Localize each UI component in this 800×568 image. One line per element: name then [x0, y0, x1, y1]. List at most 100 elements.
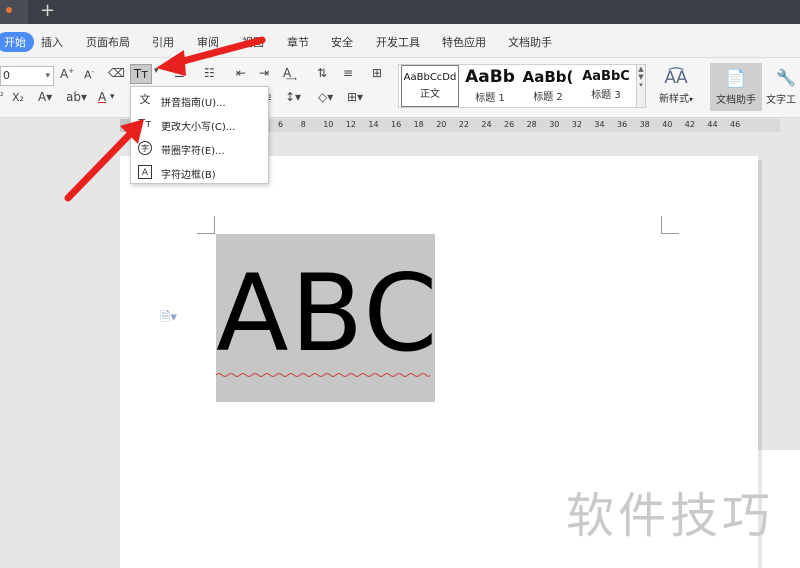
numbered-list-icon[interactable]: ☷ [204, 66, 215, 80]
ruler-number: 40 [662, 120, 673, 129]
ribbon-menu-bar: 开始 插入 页面布局 引用 审阅 视图 章节 安全 开发工具 特色应用 文档助手 [0, 24, 800, 58]
menu-tab-special-apps[interactable]: 特色应用 [442, 34, 486, 50]
clear-format-icon[interactable]: ⌫ [108, 66, 125, 80]
outdent-icon[interactable]: ⇤ [236, 66, 246, 80]
document-outline-icon[interactable]: 🗎▾ [160, 308, 177, 330]
doc-assistant-label: 文档助手 [716, 95, 756, 106]
change-case-dropdown: 文 拼音指南(U)... Tт 更改大小写(C)... 字 带圈字符(E)...… [130, 86, 269, 184]
text-tools-button[interactable]: 🔧 文字工 [766, 68, 800, 106]
menu-tab-home[interactable]: 开始 [0, 32, 34, 52]
doc-assistant-icon: 📄 [725, 69, 747, 89]
increase-font-icon[interactable]: A+ [60, 67, 74, 81]
plus-icon[interactable]: + [40, 0, 55, 22]
ruler-number: 8 [300, 120, 306, 129]
menu-item-label: 带圈字符(E)... [161, 146, 225, 157]
menu-tab-sections[interactable]: 章节 [287, 34, 309, 50]
style-name: 标题 2 [533, 92, 563, 103]
menu-tab-developer[interactable]: 开发工具 [376, 34, 420, 50]
menu-item-label: 更改大小写(C)... [161, 122, 236, 133]
ruler-number: 14 [368, 120, 379, 129]
menu-tab-references[interactable]: 引用 [152, 34, 174, 50]
table-icon[interactable]: ⊞ [372, 66, 382, 80]
change-case-icon: Tт [138, 117, 152, 130]
font-color-icon[interactable]: A [98, 90, 106, 104]
ruler-number: 26 [504, 120, 515, 129]
paragraph-spacing-icon[interactable]: ↕▾ [285, 90, 301, 104]
document-text[interactable]: ABC [216, 258, 437, 370]
chevron-down-icon[interactable]: ▾ [110, 92, 115, 102]
spellcheck-squiggle [216, 373, 430, 377]
ruler-number: 38 [639, 120, 650, 129]
ruler-number: 44 [707, 120, 718, 129]
document-tab[interactable] [0, 0, 28, 24]
ruler-number: 22 [458, 120, 469, 129]
style-heading-2[interactable]: AaBb( 标题 2 [519, 65, 577, 107]
menu-item-pinyin-guide[interactable]: 文 拼音指南(U)... [131, 89, 270, 113]
style-heading-1[interactable]: AaBb 标题 1 [461, 65, 519, 107]
title-tab-bar: + [0, 0, 800, 24]
bullet-list-icon[interactable]: ☰ [174, 66, 185, 80]
menu-item-label: 字符边框(B) [161, 170, 216, 181]
text-direction-icon[interactable]: A͢ [283, 66, 291, 80]
enclosed-character-icon: 字 [138, 141, 152, 155]
pinyin-guide-icon: 文 [139, 93, 151, 106]
style-name: 标题 1 [475, 93, 505, 104]
ruler-number: 30 [549, 120, 560, 129]
border-icon[interactable]: ⊞▾ [347, 90, 363, 104]
line-spacing-icon[interactable]: ≡ [343, 66, 353, 80]
watermark-text: 软件技巧 [566, 488, 775, 544]
decrease-font-icon[interactable]: A- [84, 68, 94, 82]
highlight-icon[interactable]: ab▾ [66, 90, 87, 104]
style-gallery: AaBbCcDd 正文 AaBb 标题 1 AaBb( 标题 2 AaBbC 标… [398, 64, 644, 108]
ruler-number: 18 [413, 120, 424, 129]
style-name: 正文 [420, 89, 440, 100]
doc-assistant-button[interactable]: 📄 文档助手 [710, 63, 762, 111]
style-sample: AaBbC [582, 69, 630, 84]
menu-tab-security[interactable]: 安全 [331, 34, 353, 50]
style-heading-3[interactable]: AaBbC 标题 3 [577, 65, 635, 107]
unsaved-dot-icon [6, 7, 12, 13]
menu-tab-view[interactable]: 视图 [242, 34, 264, 50]
menu-item-label: 拼音指南(U)... [161, 98, 226, 109]
chevron-down-icon[interactable]: ▾ [154, 66, 159, 76]
ruler-number: 20 [436, 120, 447, 129]
font-size-value: 0 [3, 69, 10, 82]
style-sample: AaBbCcDd [403, 72, 457, 83]
ruler-number: 6 [278, 120, 284, 129]
style-name: 标题 3 [591, 90, 621, 101]
menu-tab-review[interactable]: 审阅 [197, 34, 219, 50]
text-tools-label: 文字工 [766, 95, 796, 106]
menu-tab-page-layout[interactable]: 页面布局 [86, 34, 130, 50]
font-size-select[interactable]: 0 ▾ [0, 66, 54, 86]
new-style-icon: A͡A [664, 68, 688, 88]
new-style-label: 新样式 [658, 94, 689, 105]
menu-item-enclosed-characters[interactable]: 字 带圈字符(E)... [131, 137, 270, 161]
indent-icon[interactable]: ⇥ [259, 66, 269, 80]
superscript-icon[interactable]: ² [0, 92, 4, 102]
menu-tab-doc-assistant[interactable]: 文档助手 [508, 34, 552, 50]
style-gallery-scroll[interactable]: ▲ ▼ ▾ [636, 64, 646, 108]
page-shadow [758, 160, 762, 450]
new-style-button[interactable]: A͡A 新样式▾ [651, 68, 701, 105]
change-case-icon: Tт [133, 67, 149, 81]
ribbon-toolbar: 0 ▾ A+ A- ⌫ Tт ▾ ☰ ☷ ⇤ ⇥ A͢ ⇅ ≡ ⊞ ² X₂ A… [0, 58, 800, 118]
margin-corner-mark [197, 216, 215, 234]
ruler-number: 34 [594, 120, 605, 129]
ruler-number: 28 [526, 120, 537, 129]
ruler-number: 46 [730, 120, 741, 129]
text-effect-icon[interactable]: A▾ [38, 90, 52, 104]
ruler-number: 36 [617, 120, 628, 129]
character-border-icon: A [138, 165, 152, 179]
menu-item-change-case[interactable]: Tт 更改大小写(C)... [131, 113, 270, 137]
ruler-number: 24 [481, 120, 492, 129]
shading-icon[interactable]: ◇▾ [318, 90, 333, 104]
style-sample: AaBb( [522, 68, 574, 86]
margin-corner-mark [661, 216, 679, 234]
change-case-button[interactable]: Tт [130, 64, 152, 84]
subscript-icon[interactable]: X₂ [12, 91, 24, 104]
ruler-number: 12 [345, 120, 356, 129]
menu-item-character-border[interactable]: A 字符边框(B) [131, 161, 270, 185]
menu-tab-insert[interactable]: 插入 [41, 34, 63, 50]
sort-icon[interactable]: ⇅ [317, 66, 327, 80]
style-normal[interactable]: AaBbCcDd 正文 [401, 65, 459, 107]
